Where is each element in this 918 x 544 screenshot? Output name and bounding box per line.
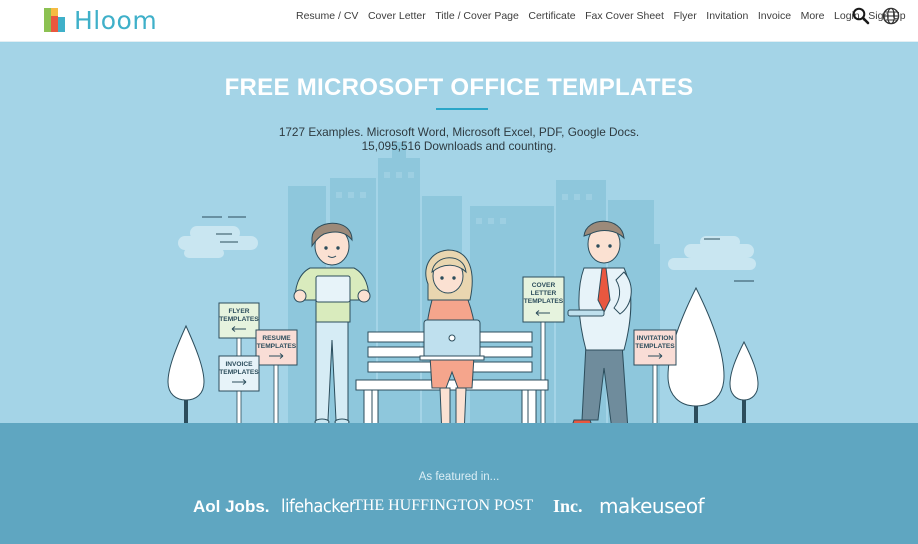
search-icon[interactable] bbox=[851, 6, 871, 26]
globe-icon[interactable] bbox=[881, 6, 901, 26]
sign-flyer-line2: TEMPLATES bbox=[219, 316, 259, 323]
sign-cover-line2: LETTER bbox=[531, 290, 557, 297]
sign-resume-line2: TEMPLATES bbox=[257, 343, 297, 350]
hero-subtitle-line2: 15,095,516 Downloads and counting. bbox=[361, 139, 557, 153]
featured-in-section: As featured in... Aol Jobs. lifehacker T… bbox=[0, 423, 918, 544]
sign-cover-line3: TEMPLATES bbox=[524, 298, 564, 305]
nav-flyer[interactable]: Flyer bbox=[673, 10, 696, 22]
aol-jobs-logo: Aol Jobs. bbox=[193, 497, 270, 516]
title-underline bbox=[436, 108, 488, 110]
page-title: FREE MICROSOFT OFFICE TEMPLATES bbox=[224, 74, 694, 101]
sign-cover-line1: COVER bbox=[532, 282, 556, 289]
nav-invoice[interactable]: Invoice bbox=[758, 10, 791, 22]
nav-invitation[interactable]: Invitation bbox=[706, 10, 748, 22]
nav-resume[interactable]: Resume / CV bbox=[296, 10, 358, 22]
site-header: Hloom Resume / CV Cover Letter Title / C… bbox=[0, 0, 918, 42]
hero-section: FLYER TEMPLATES RESUME TEMPLATES INVOICE… bbox=[0, 43, 918, 423]
hloom-logo-icon bbox=[44, 8, 65, 32]
nav-more[interactable]: More bbox=[801, 10, 825, 22]
inc-logo: Inc. bbox=[553, 496, 583, 516]
huffington-post-logo: THE HUFFINGTON POST bbox=[353, 497, 534, 514]
main-nav: Resume / CV Cover Letter Title / Cover P… bbox=[296, 10, 906, 22]
sign-resume-line1: RESUME bbox=[262, 335, 291, 342]
makeuseof-logo: makeuseof bbox=[599, 494, 705, 518]
featured-label: As featured in... bbox=[418, 471, 500, 483]
nav-certificate[interactable]: Certificate bbox=[528, 10, 575, 22]
logo-text: Hloom bbox=[74, 5, 158, 35]
nav-title-cover-page[interactable]: Title / Cover Page bbox=[435, 10, 519, 22]
sign-invitation-line2: TEMPLATES bbox=[635, 343, 675, 350]
sign-flyer-line1: FLYER bbox=[228, 308, 249, 315]
hloom-logo[interactable]: Hloom bbox=[44, 5, 158, 35]
nav-fax-cover-sheet[interactable]: Fax Cover Sheet bbox=[585, 10, 664, 22]
sign-invoice-line2: TEMPLATES bbox=[219, 369, 259, 376]
hero-subtitle-line1: 1727 Examples. Microsoft Word, Microsoft… bbox=[278, 125, 640, 139]
sign-invoice-line1: INVOICE bbox=[225, 361, 253, 368]
nav-cover-letter[interactable]: Cover Letter bbox=[368, 10, 426, 22]
lifehacker-logo: lifehacker bbox=[281, 496, 356, 517]
sign-invitation-line1: INVITATION bbox=[637, 335, 674, 342]
